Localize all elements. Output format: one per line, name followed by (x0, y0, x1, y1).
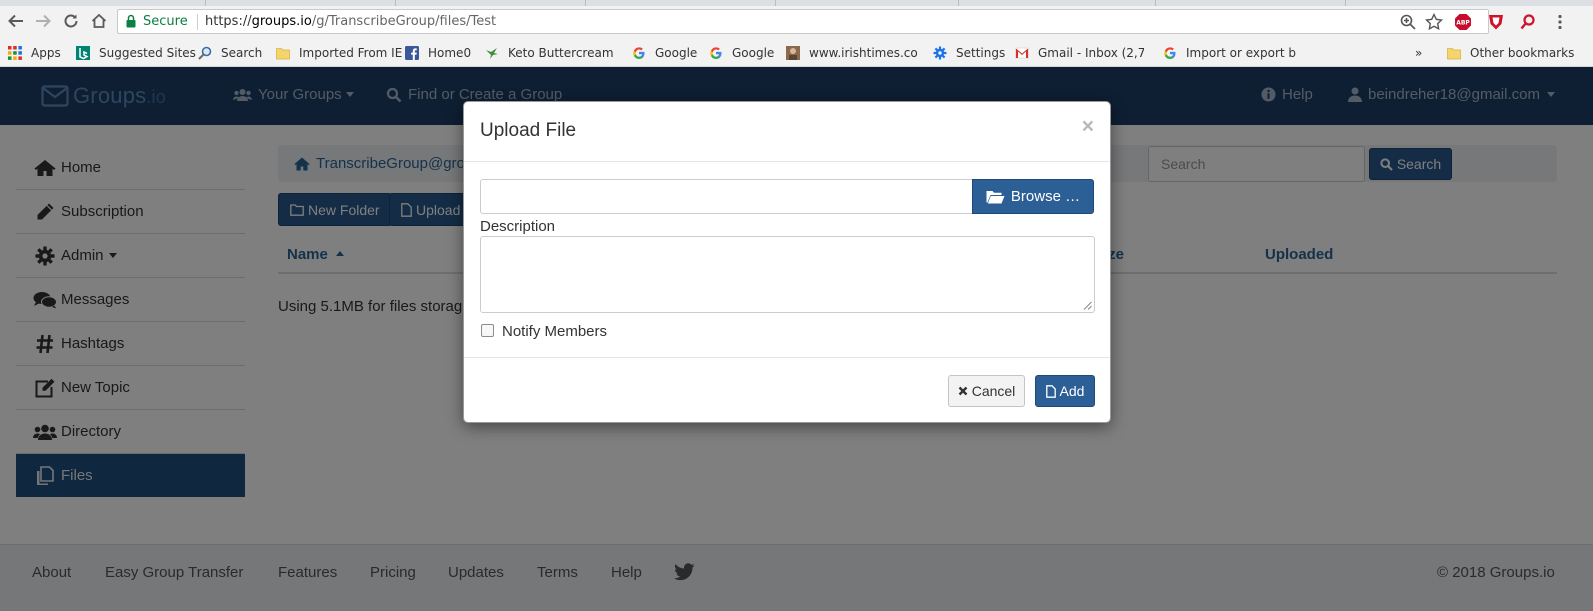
file-path-field[interactable] (480, 179, 973, 214)
zoom-icon[interactable] (1399, 13, 1417, 31)
browse-button[interactable]: Browse … (972, 179, 1094, 214)
bookmark-label: Apps (31, 45, 61, 60)
add-button[interactable]: Add (1035, 375, 1095, 407)
forward-arrow-icon (36, 14, 51, 28)
dialog-title: Upload File (480, 120, 577, 141)
google-icon (633, 46, 645, 59)
bing-icon (76, 45, 90, 60)
description-label: Description (480, 218, 556, 235)
bookmarks-overflow-button[interactable]: » (1415, 44, 1422, 61)
bookmark-gmail[interactable]: Gmail - Inbox (2,766 (1015, 44, 1144, 61)
bookmark-star-icon[interactable] (1425, 13, 1443, 31)
address-divider (197, 14, 198, 30)
bookmark-label: Suggested Sites (99, 45, 196, 60)
google-icon (1164, 46, 1176, 59)
upload-file-dialog: Upload File × Browse … Description Notif… (463, 101, 1111, 423)
chevron-double-right-icon: » (1415, 45, 1423, 60)
lock-icon (126, 14, 136, 28)
browser-toolbar: Secure https://groups.io/g/TranscribeGro… (0, 6, 1593, 37)
bookmark-label: Gmail - Inbox (2,766 (1038, 45, 1144, 60)
hummingbird-icon (486, 47, 498, 59)
address-bar[interactable]: Secure https://groups.io/g/TranscribeGro… (117, 9, 1489, 34)
bookmark-label: Google (732, 45, 775, 60)
cancel-label: Cancel (971, 383, 1016, 399)
bookmark-label: Keto Buttercream Ea (508, 45, 614, 60)
home-button[interactable] (89, 12, 109, 32)
bookmark-google-2[interactable]: Google (709, 44, 774, 61)
home-icon (91, 13, 107, 28)
search-icon (198, 46, 212, 60)
back-button[interactable] (6, 12, 26, 32)
dialog-footer-divider (464, 357, 1110, 358)
resize-grip-icon[interactable] (1083, 301, 1092, 310)
url-path: /g/TranscribeGroup/files/Test (311, 14, 497, 29)
back-arrow-icon (8, 14, 23, 28)
site-thumbnail-icon (786, 45, 800, 60)
bookmark-suggested-sites[interactable]: Suggested Sites (76, 44, 196, 61)
bookmark-search[interactable]: Search (198, 44, 262, 61)
pin-icon[interactable] (1519, 13, 1537, 31)
bookmark-label: Google (655, 45, 698, 60)
url-text: https://groups.io/g/TranscribeGroup/file… (205, 14, 496, 29)
url-host: groups.io (251, 14, 312, 29)
bookmark-imported-from-ie[interactable]: Imported From IE (276, 44, 402, 61)
bookmark-label: Home0 (428, 45, 472, 60)
bookmarks-bar: Apps Suggested Sites Search Imported Fro… (0, 37, 1593, 67)
bookmark-home0[interactable]: Home0 (405, 44, 471, 61)
reload-button[interactable] (61, 12, 81, 32)
cancel-button[interactable]: Cancel (948, 375, 1025, 407)
close-icon[interactable]: × (1082, 115, 1094, 139)
abp-icon[interactable]: ABP (1454, 13, 1472, 31)
bookmark-google-1[interactable]: Google (632, 44, 697, 61)
file-icon (1045, 384, 1056, 398)
dialog-header-divider (464, 161, 1110, 162)
bookmark-other-bookmarks[interactable]: Other bookmarks (1447, 44, 1574, 61)
url-scheme: https:// (205, 14, 252, 29)
bookmark-label: Settings (956, 45, 1006, 60)
add-label: Add (1059, 383, 1085, 399)
browse-label: Browse … (1010, 188, 1081, 205)
bookmark-label: www.irishtimes.com/ (809, 45, 917, 60)
bookmark-settings[interactable]: Settings (933, 44, 1005, 61)
description-textarea[interactable] (480, 236, 1095, 313)
bookmark-label: Import or export bo (1186, 45, 1296, 60)
folder-icon (276, 47, 290, 59)
svg-text:ABP: ABP (1456, 20, 1470, 27)
gmail-icon (1015, 47, 1029, 58)
bookmark-apps[interactable]: Apps (8, 44, 61, 61)
notify-members-label[interactable]: Notify Members (502, 323, 607, 340)
secure-label: Secure (143, 14, 188, 29)
folder-open-icon (986, 190, 1005, 203)
notify-members-checkbox[interactable] (481, 324, 494, 337)
bookmark-label: Other bookmarks (1470, 45, 1575, 60)
google-icon (710, 46, 722, 59)
reload-icon (64, 14, 78, 28)
facebook-icon (405, 45, 419, 60)
gear-icon (933, 46, 947, 59)
apps-grid-icon (8, 45, 22, 60)
folder-icon (1447, 47, 1461, 59)
bookmark-import-export[interactable]: Import or export bo (1163, 44, 1296, 61)
bookmark-irishtimes[interactable]: www.irishtimes.com/ (786, 44, 917, 61)
bookmark-keto-buttercream[interactable]: Keto Buttercream Ea (485, 44, 614, 61)
bookmark-label: Imported From IE (299, 45, 403, 60)
bookmark-label: Search (221, 45, 263, 60)
close-icon (958, 386, 968, 396)
shield-icon[interactable] (1487, 13, 1505, 31)
menu-kebab-icon[interactable] (1551, 13, 1569, 31)
forward-button[interactable] (33, 12, 53, 32)
